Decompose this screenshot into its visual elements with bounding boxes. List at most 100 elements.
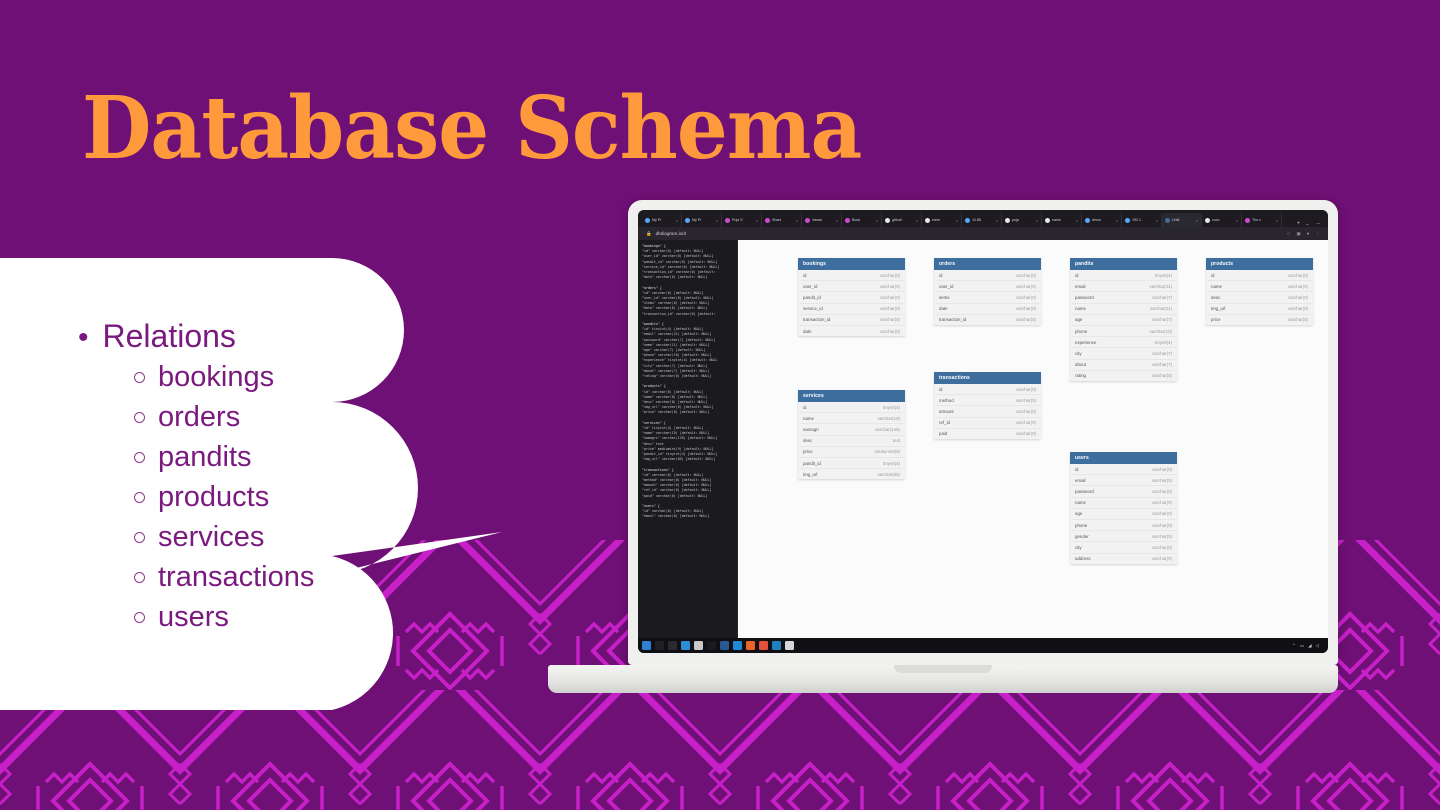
browser-tab[interactable]: My Pr × — [682, 213, 722, 227]
column-type: varchar(0) — [1151, 544, 1172, 550]
column-type: varchar(0) — [879, 272, 900, 278]
vscode-icon[interactable] — [772, 641, 781, 650]
tab-favicon-icon — [1005, 217, 1010, 223]
tab-close-icon[interactable]: × — [1116, 218, 1118, 223]
start-icon[interactable] — [642, 641, 651, 650]
tab-label: My Pr — [692, 218, 702, 222]
terminal-icon[interactable] — [655, 641, 664, 650]
browser-tab[interactable]: My Pr × — [642, 213, 682, 227]
table-column-row: paid varchar(0) — [934, 429, 1041, 439]
volume-icon[interactable]: ◁ — [1316, 643, 1319, 649]
whatsapp-icon[interactable] — [785, 641, 794, 650]
column-name: city — [1075, 350, 1082, 356]
column-name: rating — [1075, 373, 1086, 379]
wifi-icon[interactable]: ◢ — [1308, 643, 1311, 649]
browser-tab-active[interactable]: Untit × — [1162, 213, 1202, 227]
diagram-table-services[interactable]: services id tinyint(4) name varchar(19) samag… — [798, 390, 905, 480]
column-name: email — [1075, 477, 1086, 483]
browser-tab[interactable]: conv × — [1202, 213, 1242, 227]
browser-tab[interactable]: puja × — [1002, 213, 1042, 227]
tab-close-icon[interactable]: × — [756, 218, 758, 223]
menu-icon[interactable]: ⋮ — [1316, 231, 1321, 237]
table-column-row: name varchar(19) — [798, 413, 905, 425]
outline-item-products: products — [134, 481, 458, 514]
column-name: age — [1075, 511, 1083, 517]
diagram-table-orders[interactable]: orders id varchar(0) user_id varchar(0) items… — [934, 258, 1041, 325]
table-column-row: amount varchar(0) — [934, 406, 1041, 418]
tab-close-icon[interactable]: × — [916, 218, 918, 223]
settings-icon[interactable] — [707, 641, 716, 650]
column-name: amount — [939, 408, 954, 414]
table-column-row: method varchar(0) — [934, 395, 1041, 407]
table-column-row: price mediumint(9) — [798, 447, 905, 458]
browser-tab[interactable]: 192.1 × — [1122, 213, 1162, 227]
browser-tab[interactable]: demo × — [1082, 213, 1122, 227]
tab-close-icon[interactable]: × — [1276, 218, 1278, 223]
browser-tab[interactable]: 10.85 × — [962, 213, 1002, 227]
tab-close-icon[interactable]: × — [836, 218, 838, 223]
column-type: tinyint(4) — [1155, 339, 1172, 345]
tab-label: My Pr — [652, 218, 662, 222]
xampp-icon[interactable] — [746, 641, 755, 650]
column-type: varchar(0) — [1015, 317, 1036, 323]
column-name: email — [1075, 283, 1086, 289]
column-name: gender — [1075, 533, 1089, 539]
edge-icon[interactable] — [733, 641, 742, 650]
battery-icon[interactable]: ▭ — [1300, 643, 1304, 649]
table-column-row: price varchar(0) — [1206, 315, 1313, 325]
outline-item-label: transactions — [158, 561, 315, 593]
column-type: varchar(19) — [877, 415, 900, 421]
table-column-row: id varchar(0) — [798, 270, 905, 282]
column-type: text — [892, 438, 900, 444]
dbml-code-editor[interactable]: "bookings" {"id" varchar(0) [default: NU… — [638, 240, 738, 638]
browser-tab[interactable]: namk × — [1042, 213, 1082, 227]
diagram-table-users[interactable]: users id varchar(0) email varchar(0) password… — [1070, 452, 1177, 564]
browser-tab[interactable]: Vasan × — [802, 213, 842, 227]
tab-close-icon[interactable]: × — [1196, 218, 1198, 223]
browser-tab[interactable]: The c × — [1242, 213, 1282, 227]
tab-label: Vasan — [812, 218, 822, 222]
column-name: user_id — [939, 283, 954, 289]
system-tray: ⌃ ▭ ◢ ◁ — [1292, 643, 1324, 649]
browser-address-bar[interactable]: 🔒 dbdiagram.io/d ☆ ▣ ● ⋮ — [638, 227, 1328, 240]
tab-close-icon[interactable]: × — [876, 218, 878, 223]
star-icon[interactable]: ☆ — [1286, 231, 1290, 237]
figma-icon[interactable] — [759, 641, 768, 650]
diagram-canvas[interactable]: bookings id varchar(0) user_id varchar(0) pan… — [738, 240, 1328, 638]
tab-favicon-icon — [805, 217, 810, 223]
diagram-table-bookings[interactable]: bookings id varchar(0) user_id varchar(0) pan… — [798, 258, 905, 337]
chevron-up-icon[interactable]: ⌃ — [1292, 643, 1296, 649]
browser-icon[interactable] — [681, 641, 690, 650]
tab-close-icon[interactable]: × — [1156, 218, 1158, 223]
diagram-table-pandits[interactable]: pandits id tinyint(4) email varchar(21) passw… — [1070, 258, 1177, 381]
tool-icon[interactable] — [668, 641, 677, 650]
explorer-icon[interactable] — [694, 641, 703, 650]
tab-close-icon[interactable]: × — [796, 218, 798, 223]
outline-heading: Relations — [102, 318, 236, 354]
column-name: city — [1075, 544, 1082, 550]
column-type: varchar(0) — [1015, 272, 1036, 278]
tab-close-icon[interactable]: × — [1076, 218, 1078, 223]
browser-tab[interactable]: Shani × — [762, 213, 802, 227]
tab-close-icon[interactable]: × — [956, 218, 958, 223]
browser-tab[interactable]: github × — [882, 213, 922, 227]
tab-close-icon[interactable]: × — [676, 218, 678, 223]
browser-tab[interactable]: Book × — [842, 213, 882, 227]
browser-tab[interactable]: Puja S × — [722, 213, 762, 227]
tab-close-icon[interactable]: × — [716, 218, 718, 223]
profile-icon[interactable]: ● — [1307, 231, 1310, 237]
tab-favicon-icon — [1085, 217, 1090, 223]
column-name: id — [1075, 272, 1079, 278]
tab-close-icon[interactable]: × — [1036, 218, 1038, 223]
tab-close-icon[interactable]: × — [1236, 218, 1238, 223]
browser-tab[interactable]: mern × — [922, 213, 962, 227]
tab-close-icon[interactable]: × — [996, 218, 998, 223]
column-name: date — [939, 306, 948, 312]
diagram-table-products[interactable]: products id varchar(0) name varchar(0) desc va… — [1206, 258, 1313, 325]
word-icon[interactable] — [720, 641, 729, 650]
table-column-row: img_url varchar(85) — [798, 469, 905, 479]
column-type: tinyint(4) — [883, 404, 900, 410]
diagram-table-transactions[interactable]: transactions id varchar(0) method varchar(0)… — [934, 372, 1041, 439]
extensions-icon[interactable]: ▣ — [1297, 231, 1301, 237]
tab-label: conv — [1212, 218, 1220, 222]
